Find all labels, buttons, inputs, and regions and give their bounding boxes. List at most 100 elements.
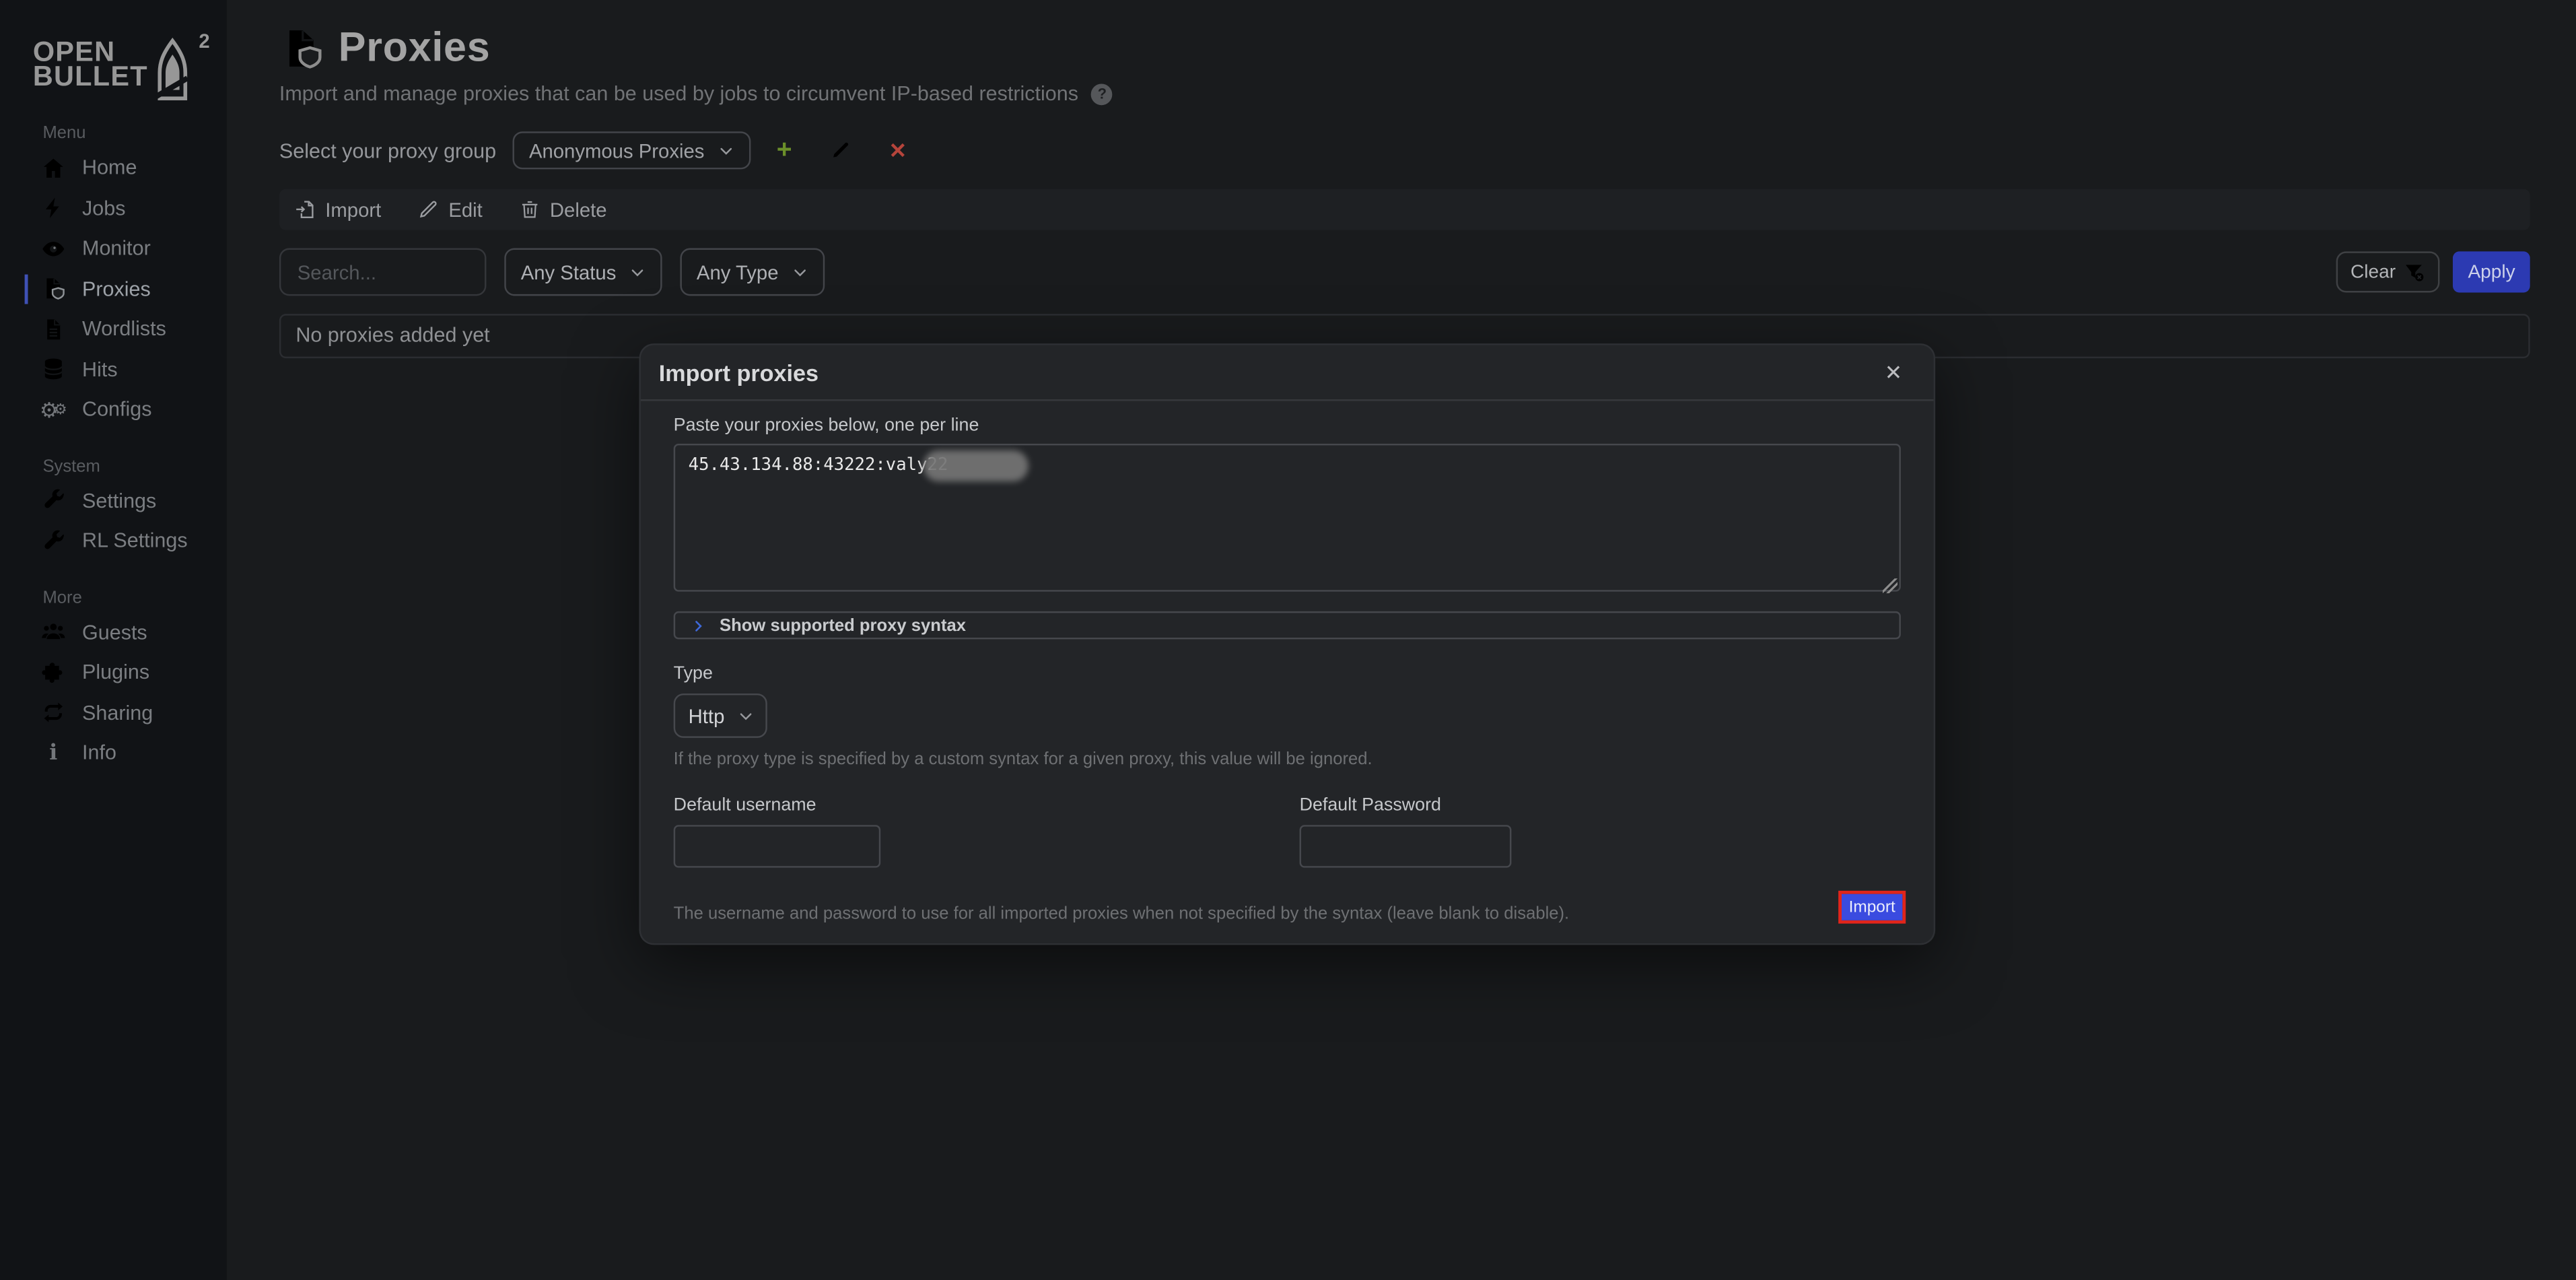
home-icon <box>41 156 66 180</box>
sidebar-item-label: Hits <box>82 358 118 380</box>
paste-proxies-label: Paste your proxies below, one per line <box>674 415 1901 435</box>
toolbar-import-button[interactable]: Import <box>294 198 381 221</box>
proxy-group-bar: Select your proxy group Anonymous Proxie… <box>279 131 2530 169</box>
proxies-textarea-wrap: 45.43.134.88:43222:valy22 <box>674 444 1901 600</box>
proxies-page-icon <box>279 25 324 73</box>
toolbar-delete-label: Delete <box>550 198 607 221</box>
import-submit-button[interactable]: Import <box>1842 894 1902 920</box>
sidebar-item-label: Configs <box>82 398 151 421</box>
apply-filters-button[interactable]: Apply <box>2453 251 2530 292</box>
credentials-hint: The username and password to use for all… <box>674 904 1901 923</box>
add-group-button[interactable]: + <box>777 137 792 164</box>
status-filter-value: Any Status <box>521 261 617 283</box>
nav-section-header-menu: Menu <box>42 123 226 143</box>
help-icon[interactable]: ? <box>1091 83 1113 104</box>
proxy-group-selected-value: Anonymous Proxies <box>529 139 704 162</box>
logo-text: OPEN BULLET <box>33 20 227 89</box>
sidebar-item-info[interactable]: i Info <box>0 733 227 774</box>
puzzle-icon <box>41 661 66 685</box>
modal-footer: Import <box>1838 890 1906 924</box>
type-filter-select[interactable]: Any Type <box>681 248 825 296</box>
textarea-resize-handle[interactable] <box>1883 578 1898 593</box>
sidebar-item-label: Plugins <box>82 661 149 684</box>
toolbar-delete-button[interactable]: Delete <box>519 198 607 221</box>
empty-message: No proxies added yet <box>295 324 489 347</box>
chevron-right-icon <box>692 619 705 632</box>
info-icon: i <box>41 741 66 766</box>
proxy-actions-toolbar: Import Edit Delete <box>279 189 2530 230</box>
sidebar-item-monitor[interactable]: Monitor <box>0 228 227 269</box>
toolbar-import-label: Import <box>325 198 381 221</box>
pencil-icon <box>417 199 439 220</box>
password-field-group: Default Password <box>1300 795 1512 867</box>
page-header: Proxies <box>279 25 2530 73</box>
status-filter-select[interactable]: Any Status <box>504 248 662 296</box>
bolt-icon <box>41 196 66 221</box>
sidebar-item-wordlists[interactable]: Wordlists <box>0 309 227 349</box>
proxy-type-select[interactable]: Http <box>674 694 767 738</box>
sidebar-item-home[interactable]: Home <box>0 148 227 189</box>
trash-icon <box>519 199 541 220</box>
proxy-group-select[interactable]: Anonymous Proxies <box>513 131 751 169</box>
filter-clear-icon <box>2404 261 2425 283</box>
gears-icon: ⚙⚙ <box>41 397 66 422</box>
proxies-textarea[interactable]: 45.43.134.88:43222:valy22 <box>674 444 1901 592</box>
type-filter-value: Any Type <box>697 261 779 283</box>
sidebar-item-rl-settings[interactable]: RL Settings <box>0 521 227 562</box>
database-icon <box>41 357 66 382</box>
sidebar-item-sharing[interactable]: Sharing <box>0 693 227 733</box>
more-nav: Guests Plugins Sharing i Info <box>0 612 227 773</box>
sidebar-item-hits[interactable]: Hits <box>0 349 227 390</box>
edit-group-button[interactable] <box>830 139 851 161</box>
default-username-input[interactable] <box>674 825 881 867</box>
sidebar-item-label: Proxies <box>82 277 151 300</box>
modal-title: Import proxies <box>659 359 819 385</box>
toolbar-edit-button[interactable]: Edit <box>417 198 483 221</box>
sidebar-item-label: Info <box>82 741 116 764</box>
chevron-down-icon <box>738 708 754 724</box>
app-logo[interactable]: OPEN BULLET 2 <box>33 20 227 112</box>
sidebar-item-label: Monitor <box>82 237 151 260</box>
sidebar-item-settings[interactable]: Settings <box>0 481 227 521</box>
nav-section-header-system: System <box>42 456 226 475</box>
sidebar-item-plugins[interactable]: Plugins <box>0 652 227 693</box>
app-root: OPEN BULLET 2 Menu Home Jo <box>0 0 2576 1280</box>
search-input[interactable] <box>279 248 487 296</box>
sidebar-item-label: Settings <box>82 490 156 512</box>
delete-group-button[interactable]: ✕ <box>889 139 907 161</box>
default-password-input[interactable] <box>1300 825 1512 867</box>
file-shield-icon <box>41 277 66 302</box>
bullet-logo-icon <box>151 36 194 106</box>
file-lines-icon <box>41 316 66 341</box>
sidebar: OPEN BULLET 2 Menu Home Jo <box>0 0 227 1280</box>
sidebar-item-proxies[interactable]: Proxies <box>0 269 227 309</box>
clear-filters-button[interactable]: Clear <box>2336 251 2440 292</box>
logo-superscript: 2 <box>199 30 209 53</box>
sidebar-item-guests[interactable]: Guests <box>0 612 227 652</box>
eye-icon <box>41 236 66 261</box>
proxy-syntax-toggle[interactable]: Show supported proxy syntax <box>674 611 1901 639</box>
system-nav: Settings RL Settings <box>0 481 227 562</box>
sidebar-item-label: Wordlists <box>82 318 166 341</box>
page-subtitle-row: Import and manage proxies that can be us… <box>279 82 2530 105</box>
type-hint: If the proxy type is specified by a cust… <box>674 749 1901 769</box>
users-icon <box>41 620 66 645</box>
chevron-down-icon <box>629 264 646 280</box>
sidebar-item-configs[interactable]: ⚙⚙ Configs <box>0 389 227 430</box>
sidebar-item-label: Jobs <box>82 197 125 220</box>
sidebar-item-label: Sharing <box>82 702 153 725</box>
repeat-icon <box>41 700 66 725</box>
close-icon[interactable]: ✕ <box>1881 356 1919 389</box>
clear-label: Clear <box>2351 262 2396 281</box>
file-import-icon <box>294 199 316 220</box>
sidebar-item-jobs[interactable]: Jobs <box>0 188 227 228</box>
proxy-group-label: Select your proxy group <box>279 139 496 162</box>
username-field-group: Default username <box>674 795 881 867</box>
toolbar-edit-label: Edit <box>448 198 482 221</box>
sidebar-item-label: Guests <box>82 621 147 644</box>
default-username-label: Default username <box>674 795 881 815</box>
type-label: Type <box>674 664 1901 683</box>
filter-bar: Any Status Any Type Clear Apply <box>279 248 2530 296</box>
modal-body: Paste your proxies below, one per line 4… <box>641 401 1934 942</box>
default-password-label: Default Password <box>1300 795 1512 815</box>
